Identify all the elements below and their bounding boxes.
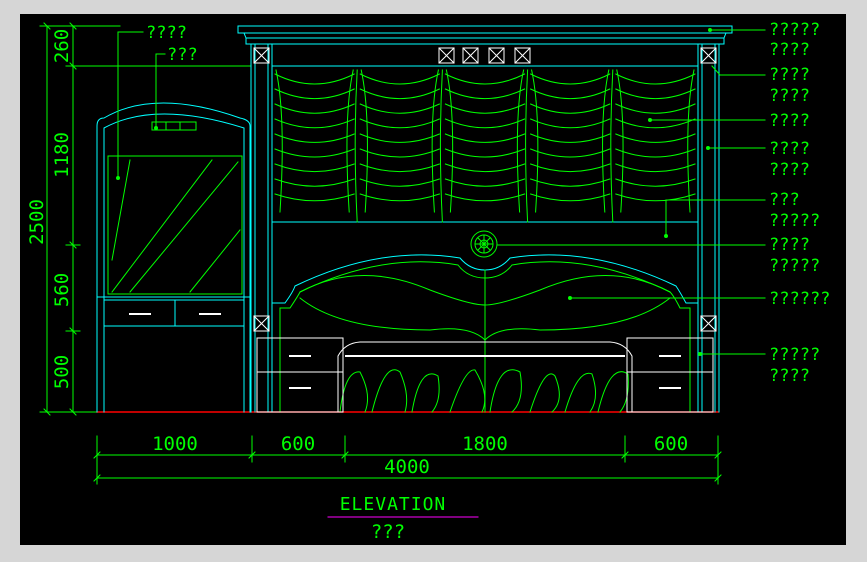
left-pilaster xyxy=(250,43,273,413)
callout-right-6a: ???? xyxy=(769,235,810,255)
callout-right-6b: ????? xyxy=(769,256,820,276)
dim-total-width: 4000 xyxy=(384,456,430,478)
callout-right-1a: ????? xyxy=(769,20,820,40)
callout-right-8b: ???? xyxy=(769,366,810,386)
dim-height-cornice: 260 xyxy=(51,29,73,63)
elevation-drawing: 2500 260 1180 560 500 1000 600 1800 600 … xyxy=(26,20,830,543)
right-pilaster xyxy=(697,43,720,413)
dim-height-headboard: 560 xyxy=(51,273,73,307)
dim-height-base: 500 xyxy=(51,355,73,389)
callout-right-2b: ???? xyxy=(769,86,810,106)
callout-right-2a: ???? xyxy=(769,65,810,85)
cornice xyxy=(237,25,733,45)
valance-drape xyxy=(274,69,696,223)
dim-width-right-nightstand: 600 xyxy=(654,433,688,455)
headboard-carving xyxy=(299,269,671,413)
callout-right-3a: ???? xyxy=(769,111,810,131)
rosette-icon xyxy=(470,230,498,258)
left-leaders xyxy=(116,31,166,180)
dim-width-bed: 1800 xyxy=(462,433,508,455)
callout-right-8a: ????? xyxy=(769,345,820,365)
callout-right-5a: ??? xyxy=(769,190,800,210)
dim-height-upper: 1180 xyxy=(51,132,73,178)
dim-width-vanity: 1000 xyxy=(152,433,198,455)
callout-right-1b: ???? xyxy=(769,40,810,60)
dim-width-left-nightstand: 600 xyxy=(281,433,315,455)
drawing-title: ELEVATION xyxy=(340,494,447,515)
callout-left-2: ??? xyxy=(167,45,198,65)
dim-total-height: 2500 xyxy=(26,199,48,245)
callout-left-1: ???? xyxy=(146,23,187,43)
nightstand-right xyxy=(626,337,714,413)
drawing-subtitle: ??? xyxy=(371,521,405,543)
vanity-cabinet xyxy=(96,102,251,413)
cad-viewport[interactable]: 2500 260 1180 560 500 1000 600 1800 600 … xyxy=(20,14,846,545)
callout-right-7a: ?????? xyxy=(769,289,830,309)
vanity-mirror xyxy=(107,155,243,295)
callout-right-4b: ???? xyxy=(769,160,810,180)
nightstand-left xyxy=(256,337,344,413)
bed-skirt xyxy=(339,369,629,413)
callout-right-5b: ????? xyxy=(769,211,820,231)
callout-right-4a: ???? xyxy=(769,139,810,159)
